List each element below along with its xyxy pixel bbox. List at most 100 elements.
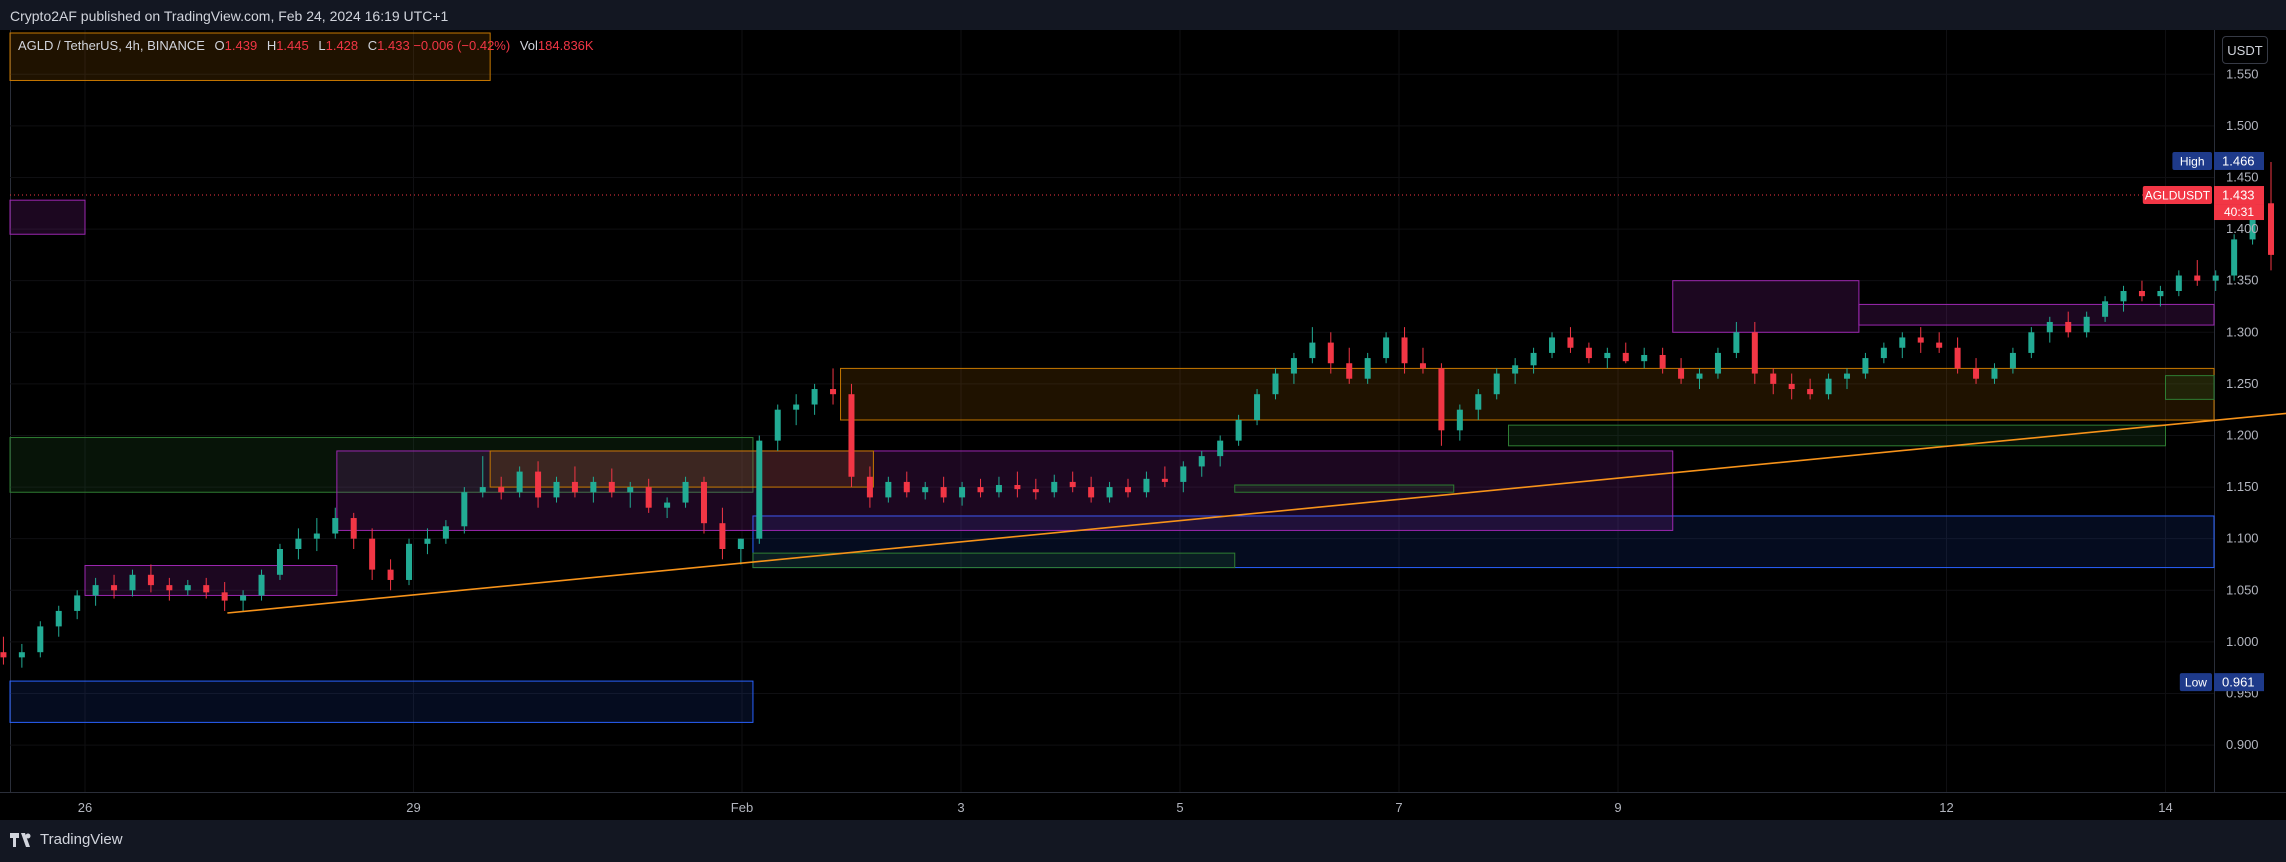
candle-down bbox=[571, 481, 578, 493]
candle-down bbox=[1751, 332, 1758, 374]
high-label: H bbox=[266, 38, 277, 53]
y-tick-label: 1.550 bbox=[2226, 66, 2259, 81]
price-label-value: 1.433 bbox=[2222, 188, 2255, 203]
symbol-title[interactable]: AGLD / TetherUS, 4h, BINANCE bbox=[18, 38, 205, 53]
candle-down bbox=[203, 585, 210, 593]
zone-purple bbox=[9, 199, 86, 235]
candle-up bbox=[1475, 394, 1482, 410]
candle-down bbox=[1069, 481, 1076, 488]
price-label-title: AGLDUSDT bbox=[2145, 189, 2211, 203]
candle-up bbox=[1512, 365, 1519, 374]
candle-up bbox=[2028, 332, 2035, 353]
y-tick-label: 1.050 bbox=[2226, 582, 2259, 597]
candle-down bbox=[1659, 354, 1666, 369]
y-tick-label: 1.500 bbox=[2226, 118, 2259, 133]
candle-up bbox=[1880, 347, 1887, 359]
currency-button[interactable]: USDT bbox=[2222, 36, 2268, 64]
candle-down bbox=[1161, 478, 1168, 482]
candle-up bbox=[2157, 291, 2164, 297]
zone-green bbox=[1234, 484, 1455, 493]
candle-down bbox=[940, 487, 947, 498]
candle-up bbox=[737, 538, 744, 549]
candle-up bbox=[1364, 358, 1371, 379]
zone-purple bbox=[1672, 280, 1860, 333]
candle-down bbox=[1807, 389, 1814, 395]
candle-up bbox=[1604, 352, 1611, 359]
candle-up bbox=[1235, 420, 1242, 441]
candle-up bbox=[55, 610, 62, 627]
candle-down bbox=[1567, 337, 1574, 348]
x-tick-label: 26 bbox=[78, 800, 92, 815]
low-label: L bbox=[318, 38, 326, 53]
x-tick-label: 29 bbox=[406, 800, 420, 815]
candle-up bbox=[258, 574, 265, 596]
candle-up bbox=[92, 585, 99, 596]
candle-down bbox=[645, 487, 652, 508]
candle-up bbox=[1456, 409, 1463, 431]
tradingview-brand[interactable]: TradingView bbox=[10, 831, 123, 848]
y-tick-label: 1.300 bbox=[2226, 324, 2259, 339]
candle-down bbox=[2268, 203, 2275, 255]
y-tick-label: 1.150 bbox=[2226, 479, 2259, 494]
candles bbox=[0, 162, 2275, 668]
candle-up bbox=[2083, 316, 2090, 333]
high-value: 1.445 bbox=[276, 38, 309, 53]
volume-label: Vol bbox=[519, 38, 538, 53]
x-tick-label: Feb bbox=[731, 800, 753, 815]
candle-up bbox=[1272, 373, 1279, 395]
y-tick-label: 1.400 bbox=[2226, 221, 2259, 236]
price-label-title: High bbox=[2180, 154, 2205, 168]
symbol-legend: AGLD / TetherUS, 4h, BINANCE O1.439 H1.4… bbox=[18, 38, 594, 53]
candle-down bbox=[1032, 489, 1039, 493]
candle-down bbox=[1622, 352, 1629, 362]
candle-up bbox=[313, 533, 320, 539]
candle-up bbox=[682, 481, 689, 503]
candle-up bbox=[1217, 440, 1224, 457]
candle-down bbox=[1585, 347, 1592, 359]
zone-orange bbox=[840, 367, 2215, 421]
candle-up bbox=[2231, 239, 2238, 276]
candle-up bbox=[479, 487, 486, 493]
candle-down bbox=[866, 476, 873, 498]
candle-up bbox=[332, 518, 339, 534]
zone-green bbox=[2165, 375, 2215, 400]
candle-down bbox=[1788, 383, 1795, 390]
candle-up bbox=[1143, 478, 1150, 493]
candle-down bbox=[1401, 337, 1408, 364]
y-tick-label: 1.000 bbox=[2226, 634, 2259, 649]
brand-label: TradingView bbox=[40, 831, 123, 848]
candle-up bbox=[2175, 275, 2182, 291]
candle-up bbox=[590, 481, 597, 493]
candle-up bbox=[1991, 368, 1998, 379]
candle-up bbox=[1254, 394, 1261, 420]
candle-down bbox=[166, 585, 173, 591]
candle-up bbox=[129, 574, 136, 591]
candle-down bbox=[111, 585, 118, 591]
candle-up bbox=[1493, 373, 1500, 395]
candle-down bbox=[903, 481, 910, 493]
candle-down bbox=[2065, 321, 2072, 333]
open-label: O bbox=[214, 38, 225, 53]
candle-up bbox=[516, 471, 523, 493]
candle-down bbox=[0, 652, 7, 658]
open-value: 1.439 bbox=[224, 38, 258, 53]
x-tick-label: 3 bbox=[957, 800, 964, 815]
candle-up bbox=[811, 389, 818, 405]
candle-up bbox=[1106, 487, 1113, 498]
candle-up bbox=[184, 585, 191, 591]
candle-down bbox=[1438, 368, 1445, 431]
price-chart[interactable]: 4h(R)4h(S)D(R)D(S) 1.5501.5001.4501.4001… bbox=[0, 0, 2286, 862]
candle-up bbox=[1290, 358, 1297, 374]
candle-up bbox=[1309, 342, 1316, 359]
close-value: 1.433 bbox=[377, 38, 410, 53]
candle-down bbox=[1014, 485, 1021, 490]
x-tick-label: 12 bbox=[1939, 800, 1953, 815]
zone-blue bbox=[9, 680, 754, 723]
candle-up bbox=[553, 481, 560, 498]
candle-down bbox=[608, 481, 615, 493]
candle-down bbox=[2194, 275, 2201, 281]
close-label: C bbox=[367, 38, 378, 53]
candle-up bbox=[2120, 291, 2127, 302]
candle-up bbox=[2102, 301, 2109, 317]
candle-down bbox=[848, 394, 855, 477]
